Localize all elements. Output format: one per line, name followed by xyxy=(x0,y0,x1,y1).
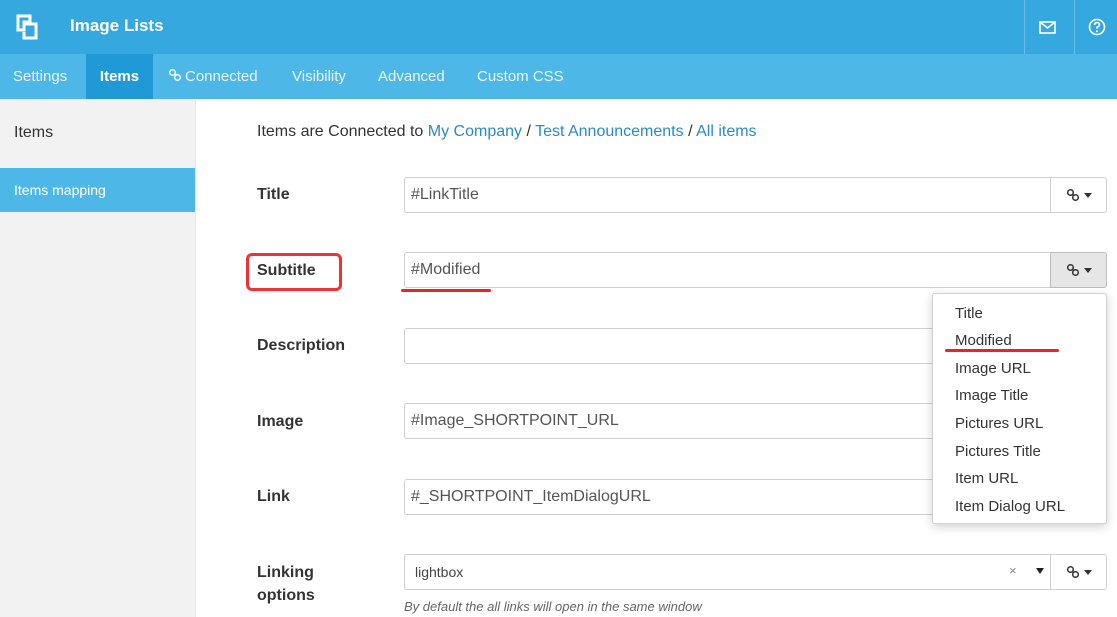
breadcrumb-prefix: Items are Connected to xyxy=(257,123,424,140)
chevron-down-icon[interactable] xyxy=(1036,568,1044,574)
linking-options-label-line1: Linking xyxy=(257,564,314,581)
tab-connected-label: Connected xyxy=(185,68,258,85)
link-icon xyxy=(1066,263,1079,277)
breadcrumb-link-list[interactable]: Test Announcements xyxy=(535,123,684,140)
field-mapping-dropdown: Title Modified Image URL Image Title Pic… xyxy=(932,293,1107,524)
linking-options-hint: By default the all links will open in th… xyxy=(404,599,702,614)
link-icon xyxy=(1066,565,1079,579)
sidebar: Items Items mapping xyxy=(0,99,196,617)
mail-icon xyxy=(1038,20,1056,34)
subtitle-link-button[interactable] xyxy=(1050,252,1107,288)
tab-connected[interactable]: Connected xyxy=(155,54,271,99)
title-input[interactable]: #LinkTitle xyxy=(404,177,1051,213)
sidebar-item-items-mapping[interactable]: Items mapping xyxy=(0,168,195,212)
title-label: Title xyxy=(257,186,290,203)
chevron-down-icon xyxy=(1083,267,1092,273)
link-label: Link xyxy=(257,488,290,505)
clear-icon[interactable]: × xyxy=(1009,563,1017,578)
description-label: Description xyxy=(257,337,346,354)
dropdown-item-pictures-title[interactable]: Pictures Title xyxy=(955,443,1041,460)
dropdown-item-title[interactable]: Title xyxy=(955,305,983,322)
mail-button[interactable] xyxy=(1024,0,1069,54)
chevron-down-icon xyxy=(1083,192,1092,198)
dropdown-item-pictures-url[interactable]: Pictures URL xyxy=(955,415,1043,432)
link-icon xyxy=(1066,188,1079,202)
annotation-underline xyxy=(945,349,1059,352)
linking-options-label-line2: options xyxy=(257,587,315,604)
subtitle-label: Subtitle xyxy=(257,262,316,279)
shortpoint-logo-icon[interactable] xyxy=(0,0,54,54)
link-icon xyxy=(168,68,182,82)
dropdown-item-image-url[interactable]: Image URL xyxy=(955,360,1031,377)
linking-link-button[interactable] xyxy=(1050,554,1107,590)
tab-advanced[interactable]: Advanced xyxy=(365,54,458,99)
breadcrumb: Items are Connected to My Company / Test… xyxy=(257,123,757,141)
dropdown-item-modified[interactable]: Modified xyxy=(955,332,1012,349)
annotation-underline xyxy=(401,289,491,292)
breadcrumb-separator: / xyxy=(688,123,693,140)
tab-visibility[interactable]: Visibility xyxy=(279,54,359,99)
sidebar-heading: Items xyxy=(14,124,54,141)
image-label: Image xyxy=(257,413,304,430)
breadcrumb-link-view[interactable]: All items xyxy=(696,123,756,140)
help-button[interactable] xyxy=(1074,0,1117,54)
tab-bar: Settings Items Connected Visibility Adva… xyxy=(0,54,1117,99)
subtitle-input[interactable]: #Modified xyxy=(404,252,1051,288)
dropdown-item-item-url[interactable]: Item URL xyxy=(955,470,1018,487)
breadcrumb-link-company[interactable]: My Company xyxy=(428,123,522,140)
linking-options-select[interactable]: lightbox xyxy=(404,554,1051,590)
help-icon xyxy=(1088,18,1105,36)
tab-items[interactable]: Items xyxy=(86,54,153,99)
app-title: Image Lists xyxy=(70,16,164,35)
tab-settings[interactable]: Settings xyxy=(0,54,80,99)
tab-custom-css[interactable]: Custom CSS xyxy=(464,54,577,99)
app-header: Image Lists xyxy=(0,0,1117,54)
dropdown-item-item-dialog-url[interactable]: Item Dialog URL xyxy=(955,498,1065,515)
chevron-down-icon xyxy=(1083,569,1092,575)
title-link-button[interactable] xyxy=(1050,177,1107,213)
breadcrumb-separator: / xyxy=(526,123,531,140)
dropdown-item-image-title[interactable]: Image Title xyxy=(955,387,1028,404)
